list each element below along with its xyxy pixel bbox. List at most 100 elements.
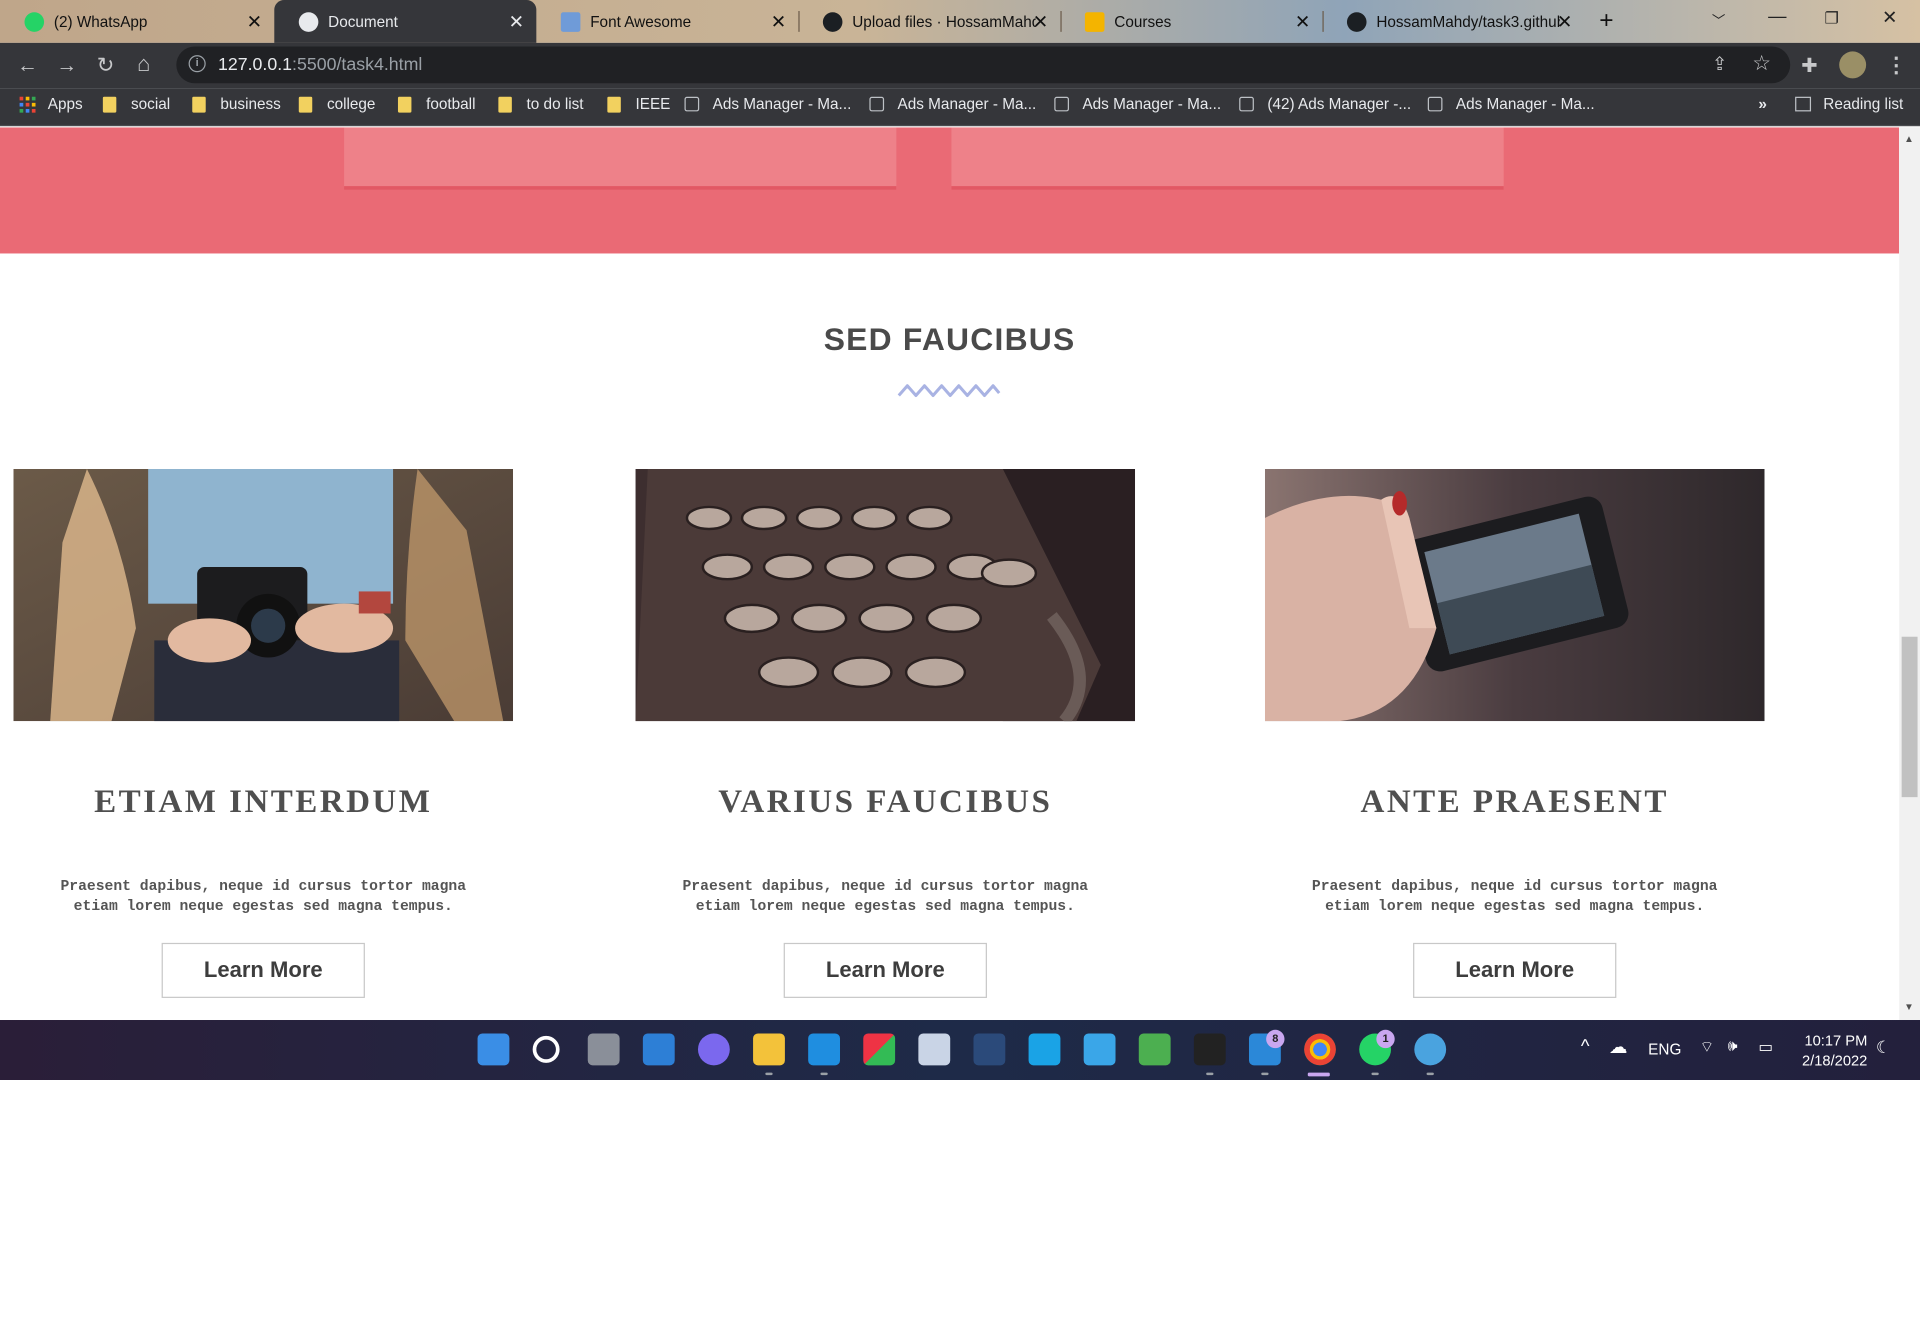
minimize-icon[interactable]: — [1768,6,1786,27]
classroom-icon [1084,11,1105,32]
tab-upload-files[interactable]: Upload files · HossamMahdy ✕ [798,0,1060,43]
learn-more-button[interactable]: Learn More [783,942,987,998]
notepad-icon[interactable] [1083,1033,1116,1066]
tab-title: Font Awesome [590,12,692,31]
bookmark-ads-manager-5[interactable]: Ads Manager - Ma... [1427,96,1595,113]
database-tool-icon[interactable] [973,1033,1006,1066]
back-arrow-icon[interactable]: ← [17,54,38,78]
page-icon [684,96,700,112]
tab-font-awesome[interactable]: Font Awesome ✕ [536,0,798,43]
time-text: 10:17 PM [1804,1032,1868,1050]
tab-title: HossamMahdy/task3.github.io [1376,12,1560,31]
file-explorer-icon[interactable] [753,1033,785,1066]
tab-courses[interactable]: Courses ✕ [1060,0,1322,43]
bookmark-social[interactable]: social [102,96,170,113]
tray-chevron-up-icon[interactable]: ^ [1581,1036,1590,1057]
bookmark-apps[interactable]: Apps [19,96,83,113]
language-indicator[interactable]: ENG [1648,1041,1681,1058]
close-icon[interactable]: ✕ [1557,11,1572,33]
tab-document[interactable]: Document ✕ [274,0,537,43]
scroll-up-arrow-icon[interactable]: ▲ [1904,133,1914,144]
bookmark-ads-manager-4[interactable]: (42) Ads Manager -... [1239,96,1411,113]
banner-card [951,127,1504,190]
search-icon[interactable] [532,1035,560,1063]
phone-photo [1264,468,1765,722]
forward-arrow-icon[interactable]: → [56,54,77,78]
bookmark-college[interactable]: college [298,96,375,113]
globe-icon [298,11,319,32]
wave-divider-icon [897,384,1001,398]
microsoft-store-icon[interactable] [863,1033,896,1066]
globe-app-icon[interactable] [1414,1033,1447,1066]
profile-avatar[interactable] [1839,51,1867,79]
github-icon [822,11,843,32]
close-icon[interactable]: ✕ [247,11,262,33]
home-icon[interactable]: ⌂ [137,51,150,77]
page-scrollbar[interactable]: ▲ ▼ [1899,127,1920,1021]
close-icon[interactable]: ✕ [509,11,524,33]
chrome-icon[interactable] [1304,1033,1336,1066]
folder-icon [498,96,512,113]
bookmark-football[interactable]: football [397,96,475,113]
date-text: 2/18/2022 [1801,1051,1868,1069]
section-title: SED FAUCIBUS [823,320,1076,358]
bookmark-star-icon[interactable]: ☆ [1752,51,1771,75]
running-indicator [820,1072,828,1076]
windows-taskbar: 8 1 ^ ☁ ENG ⌔ 🕪 ▭ 10:17 PM 2/18/2022 ☾ [0,1020,1920,1081]
learn-more-button[interactable]: Learn More [1413,942,1617,998]
audio-app-icon[interactable] [1193,1033,1226,1066]
cube-app-icon[interactable] [918,1033,951,1066]
volume-icon[interactable]: 🕪 [1728,1037,1738,1055]
window-close-icon[interactable]: ✕ [1882,6,1897,28]
feature-card: ETIAM INTERDUM Praesent dapibus, neque i… [13,468,514,998]
running-indicator [1261,1072,1269,1076]
close-icon[interactable]: ✕ [1033,11,1048,33]
kebab-menu-icon[interactable]: ⋮ [1886,54,1907,78]
github-icon [1346,11,1367,32]
scrollbar-thumb[interactable] [1901,636,1918,798]
more-bookmarks-chevron[interactable]: » [1758,96,1767,113]
bookmark-ads-manager-3[interactable]: Ads Manager - Ma... [1054,96,1221,113]
tab-whatsapp[interactable]: (2) WhatsApp ✕ [0,0,274,43]
folder-icon [397,96,412,113]
close-icon[interactable]: ✕ [771,11,786,33]
clock[interactable]: 10:17 PM 2/18/2022 [1798,1031,1868,1070]
restore-icon[interactable]: ❐ [1825,9,1839,29]
letter-l-app-icon[interactable] [1028,1033,1061,1066]
battery-icon[interactable]: ▭ [1758,1037,1772,1055]
bookmark-ieee[interactable]: IEEE [607,96,670,113]
font-awesome-icon [560,11,581,32]
reload-icon[interactable]: ↻ [97,54,114,78]
image-editor-icon[interactable] [1138,1033,1171,1066]
page-icon [1239,96,1254,112]
notifications-moon-icon[interactable]: ☾ [1876,1037,1891,1058]
tab-search-chevron-icon[interactable]: ﹀ [1712,11,1725,31]
scroll-down-arrow-icon[interactable]: ▼ [1904,1002,1914,1013]
task-view-icon[interactable] [587,1033,620,1066]
reading-list-button[interactable]: Reading list [1795,96,1903,113]
running-indicator [1426,1072,1434,1076]
onedrive-cloud-icon[interactable]: ☁ [1609,1036,1627,1058]
address-bar[interactable]: i 127.0.0.1:5500/task4.html ⇪ ☆ [176,46,1791,84]
site-info-icon[interactable]: i [188,55,206,73]
bookmark-ads-manager-2[interactable]: Ads Manager - Ma... [869,96,1036,113]
bookmark-business[interactable]: business [192,96,281,113]
learn-more-button[interactable]: Learn More [161,942,365,998]
folder-icon [102,96,117,113]
tab-strip: (2) WhatsApp ✕ Document ✕ Font Awesome ✕… [0,0,1920,43]
teams-chat-icon[interactable] [697,1033,730,1066]
share-icon[interactable]: ⇪ [1712,53,1727,75]
windows-start-icon[interactable] [477,1033,510,1066]
running-indicator [1206,1072,1214,1076]
vscode-icon[interactable] [808,1033,841,1066]
url-text: 127.0.0.1:5500/task4.html [217,55,423,75]
extensions-puzzle-icon[interactable]: ✚ [1801,54,1817,78]
bookmark-ads-manager-1[interactable]: Ads Manager - Ma... [684,96,851,113]
tab-task3[interactable]: HossamMahdy/task3.github.io ✕ [1322,0,1584,43]
page-viewport: SED FAUCIBUS ETIAM INTERDUM Praesent dap… [0,127,1900,1021]
new-tab-plus-icon[interactable]: + [1599,7,1613,35]
wifi-icon[interactable]: ⌔ [1700,1037,1714,1057]
close-icon[interactable]: ✕ [1295,11,1310,33]
widgets-icon[interactable] [642,1033,675,1066]
bookmark-to-do-list[interactable]: to do list [498,96,584,113]
